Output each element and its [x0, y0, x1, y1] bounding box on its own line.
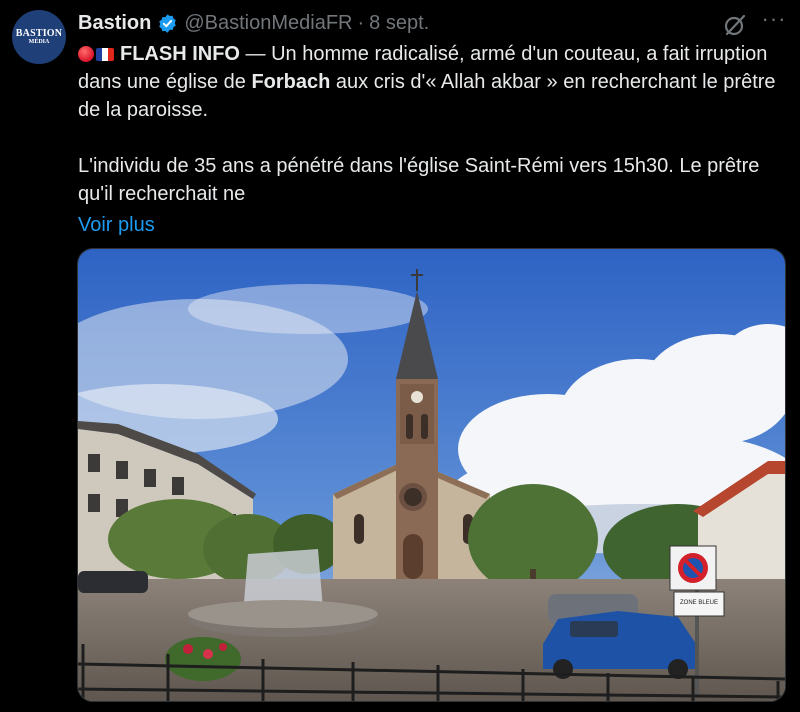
- author-handle[interactable]: @BastionMediaFR: [184, 12, 352, 35]
- tweet-date[interactable]: 8 sept.: [369, 12, 429, 35]
- verified-badge-icon[interactable]: [157, 13, 178, 34]
- show-more-link[interactable]: Voir plus: [78, 211, 155, 239]
- tweet: BASTION MÉDIA Bastion @BastionMediaFR · …: [0, 0, 800, 712]
- grok-icon[interactable]: [722, 12, 748, 38]
- avatar[interactable]: BASTION MÉDIA: [12, 10, 66, 64]
- more-options-icon[interactable]: ···: [760, 8, 788, 36]
- france-flag-icon: [96, 48, 114, 61]
- author-name[interactable]: Bastion: [78, 12, 151, 35]
- separator: ·: [357, 11, 365, 34]
- tweet-header: Bastion @BastionMediaFR · 8 sept.: [78, 8, 429, 38]
- parking-sign-text: ZONE BLEUE: [680, 600, 718, 606]
- tweet-bold-place: Forbach: [251, 71, 331, 93]
- avatar-text: BASTION: [15, 27, 63, 39]
- tweet-paragraph-1: FLASH INFO — Un homme radicalisé, armé d…: [78, 40, 778, 124]
- avatar-subtext: MÉDIA: [28, 38, 50, 45]
- red-circle-icon: [78, 46, 94, 62]
- tweet-text: FLASH INFO — Un homme radicalisé, armé d…: [78, 40, 778, 239]
- tweet-paragraph-2: L'individu de 35 ans a pénétré dans l'ég…: [78, 155, 760, 205]
- flash-info-label: FLASH INFO: [120, 43, 240, 65]
- tweet-photo[interactable]: ZONE BLEUE: [77, 248, 786, 702]
- church-photo: ZONE BLEUE: [78, 249, 785, 701]
